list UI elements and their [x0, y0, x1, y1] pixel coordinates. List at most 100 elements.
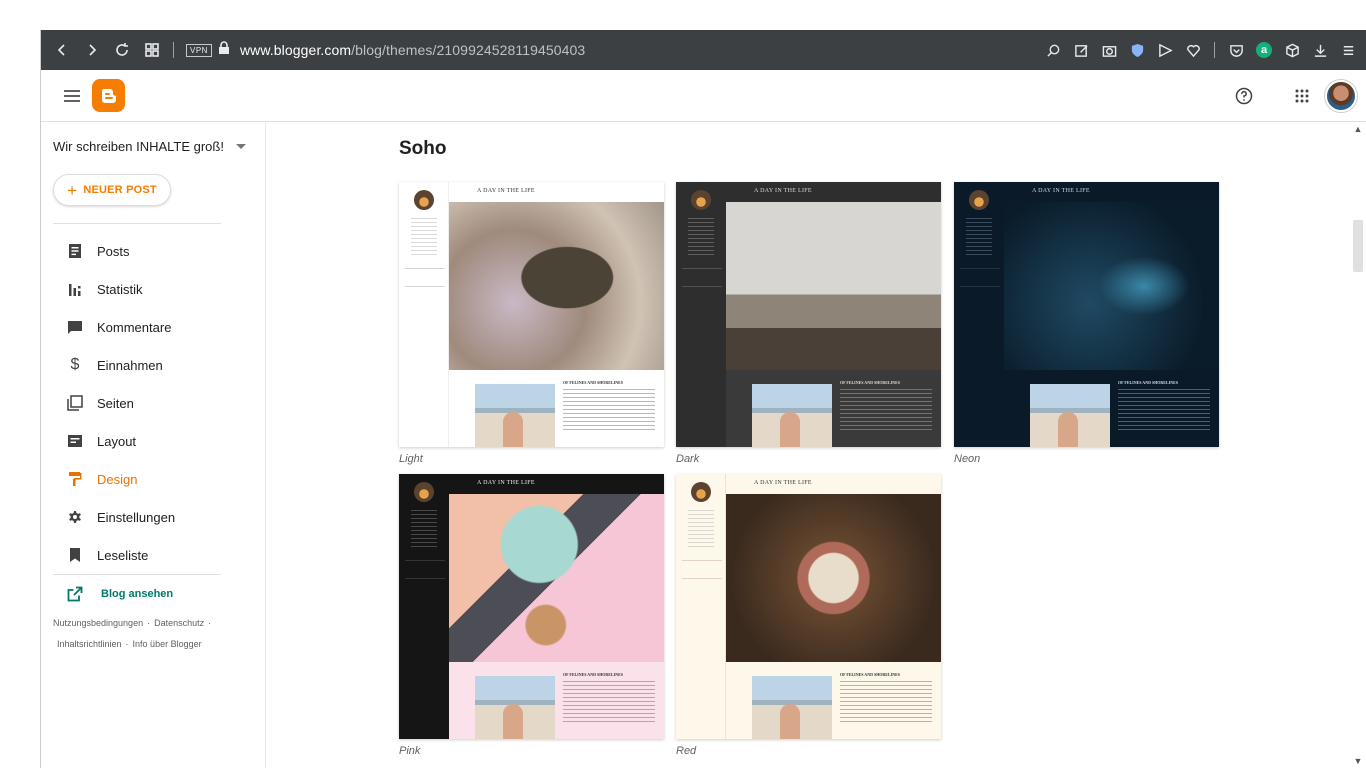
forward-button[interactable]: [77, 35, 107, 65]
preview-divider: [405, 578, 445, 579]
blogger-logo[interactable]: [92, 79, 125, 112]
nav-item-einstellungen[interactable]: Einstellungen: [41, 498, 265, 536]
back-button[interactable]: [47, 35, 77, 65]
preview-post: OF FELINES AND SHORELINES: [726, 370, 941, 447]
theme-card-light[interactable]: A DAY IN THE LIFE OF FELINES AND SHORELI…: [399, 182, 664, 447]
browser-menu-button[interactable]: [1335, 37, 1361, 63]
menu-icon: [1343, 45, 1353, 55]
download-icon: [1314, 44, 1326, 57]
preview-divider: [405, 268, 445, 269]
vpn-badge[interactable]: VPN: [186, 43, 212, 57]
nav-label: Design: [97, 471, 138, 487]
layout-icon: [67, 433, 83, 449]
content-policy-link[interactable]: Inhaltsrichtlinien: [57, 639, 122, 649]
preview-divider: [405, 286, 445, 287]
preview-sidebar: [676, 474, 726, 739]
scroll-down-icon[interactable]: ▼: [1353, 756, 1363, 766]
posts-icon: [67, 243, 83, 259]
nav-label: Leseliste: [97, 547, 149, 563]
scrollbar-thumb[interactable]: [1353, 220, 1363, 272]
send-icon: [1158, 43, 1173, 57]
amazon-extension[interactable]: a: [1251, 37, 1277, 63]
help-button[interactable]: [1229, 81, 1259, 111]
nav-label: Layout: [97, 433, 137, 449]
reload-button[interactable]: [107, 35, 137, 65]
pocket-button[interactable]: [1223, 37, 1249, 63]
theme-preview: A DAY IN THE LIFE OF FELINES AND SHORELI…: [676, 474, 941, 739]
nav-item-design[interactable]: Design: [41, 460, 265, 498]
preview-blog-title: A DAY IN THE LIFE: [1004, 182, 1219, 202]
nav-item-statistik[interactable]: Statistik: [41, 270, 265, 308]
gear-icon: [67, 509, 83, 525]
preview-post-title: OF FELINES AND SHORELINES: [1118, 380, 1178, 385]
theme-family-title: Soho: [399, 138, 447, 159]
view-blog-link[interactable]: Blog ansehen: [41, 575, 265, 613]
window: VPN www.blogger.com/blog/themes/21099245…: [0, 0, 1366, 768]
preview-avatar: [691, 190, 711, 210]
search-page-button[interactable]: [1040, 37, 1066, 63]
preview-avatar: [414, 190, 434, 210]
preview-post: OF FELINES AND SHORELINES: [449, 662, 664, 739]
browser-toolbar: VPN www.blogger.com/blog/themes/21099245…: [41, 30, 1366, 70]
toolbar-divider: [173, 42, 174, 58]
preview-thumbnail: [475, 676, 555, 739]
nav-item-posts[interactable]: Posts: [41, 232, 265, 270]
edit-icon: [1074, 44, 1088, 57]
grid-icon: [145, 43, 159, 57]
terms-link[interactable]: Nutzungsbedingungen: [53, 618, 143, 628]
window-left-edge: [0, 0, 40, 768]
edit-button[interactable]: [1068, 37, 1094, 63]
shield-extension[interactable]: [1124, 37, 1150, 63]
dollar-icon: $: [70, 356, 80, 373]
scroll-up-icon[interactable]: ▲: [1353, 124, 1363, 134]
new-post-button[interactable]: + NEUER POST: [53, 174, 171, 206]
lock-icon[interactable]: [218, 40, 230, 60]
preview-divider: [682, 268, 722, 269]
theme-preview: A DAY IN THE LIFE OF FELINES AND SHORELI…: [399, 182, 664, 447]
preview-divider: [960, 268, 1000, 269]
blog-selector[interactable]: Wir schreiben INHALTE groß!: [41, 122, 265, 170]
bookmark-heart-button[interactable]: [1180, 37, 1206, 63]
preview-sidebar: [676, 182, 726, 447]
nav-item-kommentare[interactable]: Kommentare: [41, 308, 265, 346]
extensions-area: a: [1040, 37, 1366, 63]
nav-item-layout[interactable]: Layout: [41, 422, 265, 460]
theme-card-dark[interactable]: A DAY IN THE LIFE OF FELINES AND SHORELI…: [676, 182, 941, 447]
theme-card-neon[interactable]: A DAY IN THE LIFE OF FELINES AND SHORELI…: [954, 182, 1219, 447]
cube-extension[interactable]: [1279, 37, 1305, 63]
theme-label: Dark: [676, 453, 700, 465]
preview-hero-figs: [726, 494, 941, 662]
downloads-button[interactable]: [1307, 37, 1333, 63]
hamburger-menu-button[interactable]: [57, 81, 87, 111]
plus-icon: +: [67, 180, 78, 200]
snapshot-button[interactable]: [1096, 37, 1122, 63]
preview-thumbnail: [752, 384, 832, 447]
theme-card-pink[interactable]: A DAY IN THE LIFE OF FELINES AND SHORELI…: [399, 474, 664, 739]
nav-item-seiten[interactable]: Seiten: [41, 384, 265, 422]
theme-gallery: Soho A DAY IN THE LIFE OF FELINES AND SH…: [266, 122, 1351, 768]
preview-text-lines: [688, 218, 714, 258]
nav-item-einnahmen[interactable]: $ Einnahmen: [41, 346, 265, 384]
preview-post-title: OF FELINES AND SHORELINES: [840, 380, 900, 385]
account-avatar[interactable]: [1325, 79, 1357, 112]
send-button[interactable]: [1152, 37, 1178, 63]
speed-dial-button[interactable]: [137, 35, 167, 65]
preview-divider: [682, 560, 722, 561]
about-link[interactable]: Info über Blogger: [133, 639, 202, 649]
preview-hero-cat: [449, 202, 664, 370]
privacy-link[interactable]: Datenschutz: [154, 618, 204, 628]
theme-preview: A DAY IN THE LIFE OF FELINES AND SHORELI…: [676, 182, 941, 447]
theme-label: Light: [399, 453, 423, 465]
address-bar[interactable]: www.blogger.com/blog/themes/210992452811…: [240, 42, 585, 58]
nav-item-leseliste[interactable]: Leseliste: [41, 536, 265, 574]
page-scrollbar[interactable]: ▲ ▼: [1350, 122, 1366, 768]
preview-text-lines: [688, 510, 714, 550]
theme-card-red[interactable]: A DAY IN THE LIFE OF FELINES AND SHORELI…: [676, 474, 941, 739]
preview-post-title: OF FELINES AND SHORELINES: [840, 672, 900, 677]
google-apps-button[interactable]: [1287, 81, 1317, 111]
preview-blog-title: A DAY IN THE LIFE: [726, 182, 941, 202]
theme-label: Pink: [399, 745, 421, 757]
header-actions: [1229, 79, 1366, 112]
preview-post: OF FELINES AND SHORELINES: [1004, 370, 1219, 447]
preview-thumbnail: [1030, 384, 1110, 447]
